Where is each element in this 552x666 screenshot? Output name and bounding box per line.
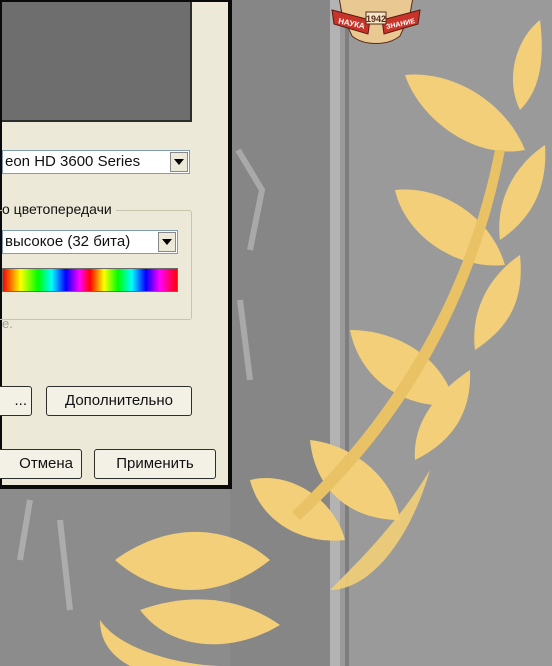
display-settings-dialog: eon HD 3600 Series о цветопередачи высок… xyxy=(0,0,232,489)
color-quality-value: высокое (32 бита) xyxy=(5,233,131,250)
display-adapter-select[interactable]: eon HD 3600 Series xyxy=(2,150,190,174)
color-quality-label: о цветопередачи xyxy=(2,200,116,218)
cancel-button[interactable]: Отмена xyxy=(0,449,82,479)
chevron-down-icon[interactable] xyxy=(158,232,176,252)
svg-text:1942: 1942 xyxy=(366,14,386,24)
emblem-logo: 1942 НАУКА ЗНАНИЕ xyxy=(331,0,421,44)
chevron-down-icon[interactable] xyxy=(170,152,188,172)
color-quality-group xyxy=(0,210,192,320)
monitor-preview xyxy=(2,2,192,122)
apply-button[interactable]: Применить xyxy=(94,449,216,479)
troubleshoot-button[interactable]: ... xyxy=(0,386,32,416)
display-adapter-value: eon HD 3600 Series xyxy=(5,153,141,170)
hint-text: e. xyxy=(2,316,13,331)
color-quality-select[interactable]: высокое (32 бита) xyxy=(2,230,178,254)
advanced-button[interactable]: Дополнительно xyxy=(46,386,192,416)
color-spectrum-bar xyxy=(2,268,178,292)
